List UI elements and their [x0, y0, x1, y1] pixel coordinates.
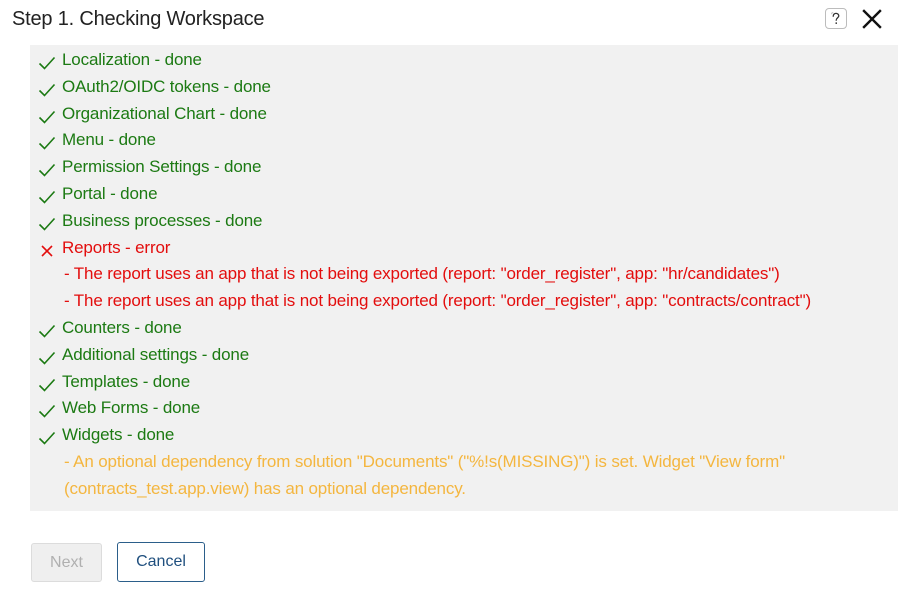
- log-item: Menu - done: [30, 127, 898, 154]
- log-item-text: Counters - done: [62, 317, 182, 337]
- question-icon: [831, 12, 840, 24]
- log-item: Organizational Chart - done: [30, 101, 898, 128]
- log-item-text: Additional settings - done: [62, 344, 250, 364]
- log-error-detail: - The report uses an app that is not bei…: [64, 291, 812, 311]
- log-item: Reports - error: [30, 235, 898, 262]
- log-item: Widgets - done: [30, 422, 898, 449]
- checkmark-icon: [38, 187, 56, 204]
- log-item-text: Permission Settings - done: [62, 157, 262, 177]
- log-error-detail: - The report uses an app that is not bei…: [64, 264, 780, 284]
- log-item-text: Templates - done: [62, 371, 191, 391]
- checkmark-icon: [38, 401, 56, 419]
- log-item-text: Business processes - done: [62, 210, 263, 230]
- close-icon: [862, 9, 882, 29]
- checkmark-icon: [38, 133, 56, 151]
- checkmark-icon: [38, 428, 56, 445]
- close-button[interactable]: [858, 5, 886, 33]
- log-item-text: Widgets - done: [62, 425, 175, 445]
- checkmark-icon: [38, 375, 56, 392]
- log-item: Business processes - done: [30, 208, 898, 235]
- log-item: OAuth2/OIDC tokens - done: [30, 74, 898, 101]
- log-item-text: Menu - done: [62, 130, 156, 150]
- log-item: Templates - done: [30, 369, 898, 396]
- log-item: Portal - done: [30, 181, 898, 208]
- log-item-text: Web Forms - done: [62, 398, 201, 418]
- next-button[interactable]: Next: [31, 543, 102, 582]
- checking-workspace-dialog: Step 1. Checking Workspace Localization …: [0, 0, 909, 590]
- checkmark-icon: [38, 53, 56, 70]
- checkmark-icon: [38, 107, 56, 124]
- log-warning-detail: - An optional dependency from solution "…: [64, 451, 785, 498]
- log-item: Localization - done: [30, 47, 898, 74]
- checkmark-icon: [38, 214, 56, 231]
- checkmark-icon: [38, 80, 56, 97]
- log-item: Additional settings - done: [30, 342, 898, 369]
- checkmark-icon: [38, 348, 56, 365]
- log-item-text: Portal - done: [62, 183, 158, 203]
- checkmark-icon: [38, 160, 56, 177]
- log-item: Permission Settings - done: [30, 154, 898, 181]
- checkmark-icon: [38, 321, 56, 338]
- log-item: Counters - done: [30, 315, 898, 342]
- error-cross-icon: [38, 241, 56, 257]
- log-item-text: Organizational Chart - done: [62, 103, 267, 123]
- help-button[interactable]: [825, 8, 847, 29]
- dialog-title: Step 1. Checking Workspace: [12, 8, 265, 30]
- check-log: Localization - done OAuth2/OIDC tokens - …: [30, 45, 898, 511]
- cancel-button[interactable]: Cancel: [117, 542, 205, 582]
- log-item-text: Reports - error: [62, 237, 171, 257]
- log-item-text: OAuth2/OIDC tokens - done: [62, 76, 271, 96]
- log-item-text: Localization - done: [62, 50, 202, 69]
- log-item: Web Forms - done: [30, 395, 898, 422]
